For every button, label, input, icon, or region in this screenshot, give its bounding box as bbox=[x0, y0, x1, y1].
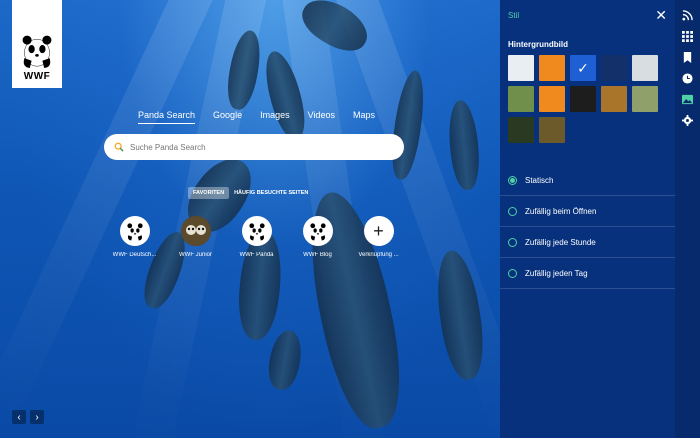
shortcut-label: WWF Panda bbox=[239, 252, 274, 258]
search-bar[interactable] bbox=[104, 134, 404, 160]
chevron-right-icon: › bbox=[35, 411, 39, 423]
option-label: Zufällig beim Öffnen bbox=[525, 206, 597, 216]
radio-button[interactable] bbox=[508, 237, 517, 247]
shortcut-wwf-blog[interactable]: WWF Blog bbox=[287, 216, 348, 258]
shortcut-wwf-deutschland[interactable]: WWF Deutsch... bbox=[104, 216, 165, 258]
background-thumbnail[interactable] bbox=[632, 55, 658, 81]
panda-icon bbox=[126, 223, 143, 241]
close-icon[interactable]: ✕ bbox=[655, 8, 667, 22]
background-thumbnail[interactable] bbox=[508, 55, 534, 81]
radio-button[interactable] bbox=[508, 268, 517, 278]
frequent-sites-tab[interactable]: HÄUFIG BESUCHTE SEITEN bbox=[229, 187, 313, 199]
wwf-logo[interactable]: WWF bbox=[12, 0, 62, 88]
radio-button[interactable] bbox=[508, 175, 517, 185]
option-label: Zufällig jeden Tag bbox=[525, 268, 588, 278]
background-section-title: Hintergrundbild bbox=[508, 40, 568, 49]
panda-icon bbox=[248, 223, 265, 241]
background-thumbnail[interactable]: ✓ bbox=[570, 55, 596, 81]
shortcut-label: WWF Junior bbox=[179, 252, 212, 258]
logo-text: WWF bbox=[23, 71, 51, 82]
background-navigation: ‹ › bbox=[12, 410, 44, 424]
option-random-daily[interactable]: Zufällig jeden Tag bbox=[500, 258, 675, 289]
background-thumbnail[interactable] bbox=[508, 117, 534, 143]
background-mode-options: Statisch Zufällig beim Öffnen Zufällig j… bbox=[500, 165, 675, 289]
add-shortcut-button[interactable]: + Verknüpfung ... bbox=[348, 216, 409, 258]
option-random-hourly[interactable]: Zufällig jede Stunde bbox=[500, 227, 675, 258]
shortcut-label: WWF Deutsch... bbox=[112, 252, 157, 258]
search-icon bbox=[114, 142, 124, 152]
tab-panda-search[interactable]: Panda Search bbox=[138, 110, 196, 124]
previous-background-button[interactable]: ‹ bbox=[12, 410, 26, 424]
chevron-left-icon: ‹ bbox=[17, 411, 21, 423]
option-static[interactable]: Statisch bbox=[500, 165, 675, 196]
plus-icon: + bbox=[373, 221, 384, 241]
panel-title: Stil bbox=[508, 10, 520, 20]
shortcut-wwf-junior[interactable]: WWF Junior bbox=[165, 216, 226, 258]
background-thumbnail-grid: ✓ bbox=[500, 49, 675, 149]
panel-header: Stil ✕ bbox=[500, 0, 675, 30]
option-label: Zufällig jede Stunde bbox=[525, 237, 596, 247]
background-thumbnail[interactable] bbox=[539, 86, 565, 112]
tab-maps[interactable]: Maps bbox=[353, 110, 375, 124]
image-icon[interactable] bbox=[682, 94, 693, 105]
bookmark-icon[interactable] bbox=[682, 52, 693, 63]
style-settings-panel: Stil ✕ Hintergrundbild ✓ Statisch Zufäll… bbox=[500, 0, 675, 438]
shortcut-label: Verknüpfung ... bbox=[358, 252, 399, 258]
apps-grid-icon[interactable] bbox=[682, 31, 693, 42]
panda-icon bbox=[309, 223, 326, 241]
tab-videos[interactable]: Videos bbox=[308, 110, 335, 124]
tab-google[interactable]: Google bbox=[213, 110, 242, 124]
shortcut-list: WWF Deutsch... WWF Junior WWF Panda WWF … bbox=[104, 216, 409, 258]
background-thumbnail[interactable] bbox=[632, 86, 658, 112]
rss-icon[interactable] bbox=[682, 10, 693, 21]
background-thumbnail[interactable] bbox=[539, 55, 565, 81]
gear-icon[interactable] bbox=[682, 115, 693, 126]
search-engine-tabs: Panda Search Google Images Videos Maps bbox=[138, 110, 393, 124]
background-thumbnail[interactable] bbox=[539, 117, 565, 143]
tab-images[interactable]: Images bbox=[260, 110, 290, 124]
settings-rail bbox=[675, 0, 700, 438]
radio-button[interactable] bbox=[508, 206, 517, 216]
background-thumbnail[interactable] bbox=[570, 86, 596, 112]
background-thumbnail[interactable] bbox=[508, 86, 534, 112]
search-input[interactable] bbox=[130, 142, 380, 152]
shortcut-section-toggle: FAVORITEN HÄUFIG BESUCHTE SEITEN bbox=[188, 187, 313, 199]
shortcut-wwf-panda[interactable]: WWF Panda bbox=[226, 216, 287, 258]
option-random-on-open[interactable]: Zufällig beim Öffnen bbox=[500, 196, 675, 227]
panda-logo-icon bbox=[22, 35, 52, 68]
option-label: Statisch bbox=[525, 175, 554, 185]
shortcut-label: WWF Blog bbox=[303, 252, 332, 258]
background-thumbnail[interactable] bbox=[601, 55, 627, 81]
background-thumbnail[interactable] bbox=[601, 86, 627, 112]
pandas-photo-icon bbox=[180, 216, 211, 246]
next-background-button[interactable]: › bbox=[30, 410, 44, 424]
clock-icon[interactable] bbox=[682, 73, 693, 84]
favorites-tab[interactable]: FAVORITEN bbox=[188, 187, 230, 199]
checkmark-icon: ✓ bbox=[577, 59, 589, 76]
